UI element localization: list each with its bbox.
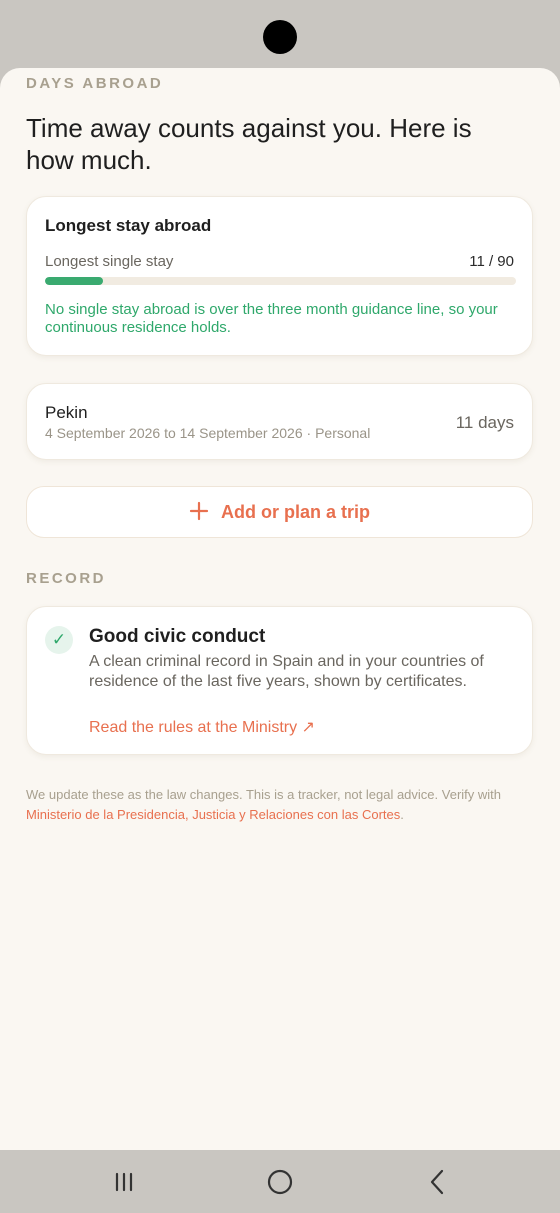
trip-dates: 4 September 2026 to 14 September 2026 · … xyxy=(45,425,371,441)
civic-conduct-description: A clean criminal record in Spain and in … xyxy=(89,653,484,690)
progress-label: Longest single stay xyxy=(45,253,174,270)
recent-apps-icon[interactable] xyxy=(104,1162,144,1202)
plus-icon xyxy=(189,498,209,526)
check-icon: ✓ xyxy=(45,626,73,654)
longest-stay-card: Longest stay abroad Longest single stay … xyxy=(26,196,533,356)
front-camera xyxy=(263,20,297,54)
section-label-days-abroad: DAYS ABROAD xyxy=(26,75,164,92)
progress-value: 11 / 90 xyxy=(469,253,514,270)
trip-destination: Pekin xyxy=(45,403,88,422)
status-bar xyxy=(0,0,560,72)
civic-conduct-title: Good civic conduct xyxy=(89,626,266,647)
status-note: No single stay abroad is over the three … xyxy=(45,301,498,336)
progress-bar xyxy=(45,277,516,285)
add-trip-button[interactable]: Add or plan a trip xyxy=(26,486,533,538)
main-sheet[interactable]: DAYS ABROAD Time away counts against you… xyxy=(0,68,560,1150)
ministry-rules-link[interactable]: Read the rules at the Ministry ↗ xyxy=(89,717,315,737)
page-headline: Time away counts against you. Here is ho… xyxy=(26,113,472,175)
disclaimer-suffix: . xyxy=(400,807,404,822)
back-icon[interactable] xyxy=(417,1162,457,1202)
civic-conduct-card: ✓ Good civic conduct A clean criminal re… xyxy=(26,606,533,755)
home-icon[interactable] xyxy=(260,1162,300,1202)
system-navigation-bar xyxy=(0,1150,560,1213)
progress-fill xyxy=(45,277,103,285)
longest-stay-title: Longest stay abroad xyxy=(45,216,212,235)
ministry-link[interactable]: Ministerio de la Presidencia, Justicia y… xyxy=(26,807,400,822)
add-trip-label: Add or plan a trip xyxy=(220,501,370,522)
disclaimer-text: We update these as the law changes. This… xyxy=(26,787,502,802)
trip-duration: 11 days xyxy=(455,413,514,432)
trip-card[interactable]: Pekin 4 September 2026 to 14 September 2… xyxy=(26,383,533,460)
section-label-record: RECORD xyxy=(26,570,107,587)
disclaimer: We update these as the law changes. This… xyxy=(26,785,534,825)
